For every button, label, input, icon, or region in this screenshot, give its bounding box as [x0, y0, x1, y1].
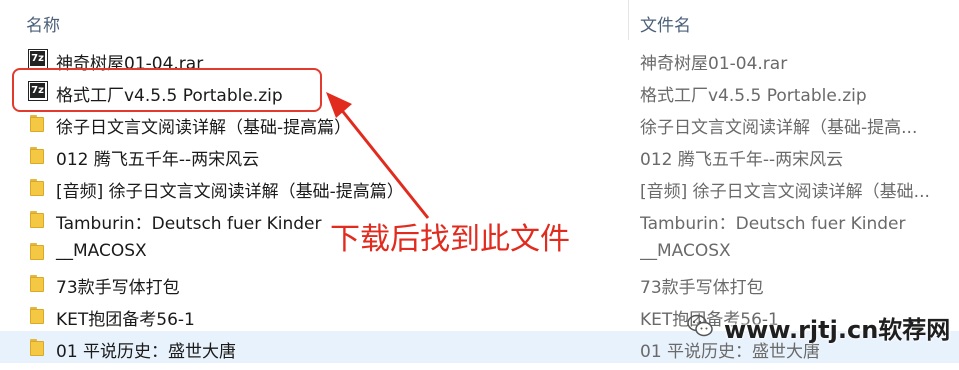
wechat-icon: [687, 314, 713, 337]
annotation-text: 下载后找到此文件: [330, 222, 570, 257]
watermark-text: www.rjtj.cn软荐网: [724, 316, 951, 344]
